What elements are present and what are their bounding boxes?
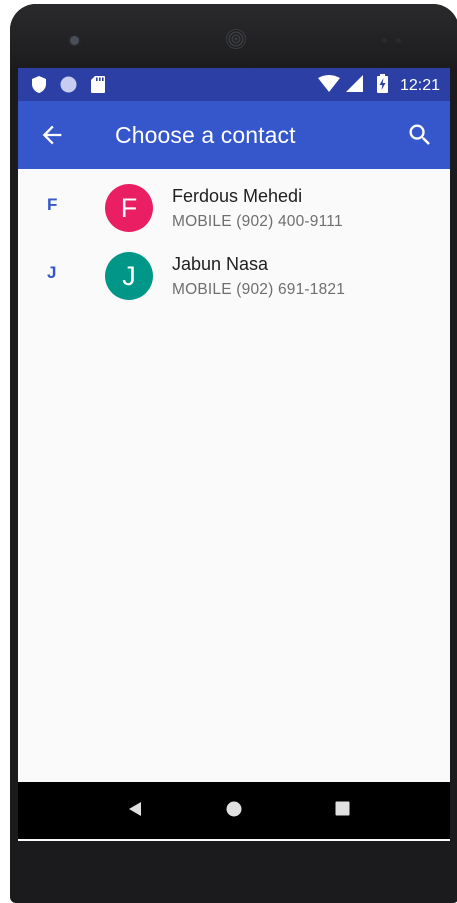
contact-row-ferdous-mehedi[interactable]: F F Ferdous Mehedi MOBILE (902) 400-9111 [18,169,450,237]
contact-row-jabun-nasa[interactable]: J J Jabun Nasa MOBILE (902) 691-1821 [18,237,450,305]
back-button[interactable] [38,121,66,149]
nav-home-button[interactable] [223,800,245,822]
contact-avatar: J [105,252,153,300]
status-clock: 12:21 [399,77,440,94]
avatar-initial: J [122,260,136,291]
contact-name: Jabun Nasa [172,254,269,274]
sd-card-icon [91,76,105,98]
page-title: Choose a contact [115,122,296,148]
contact-phone: MOBILE (902) 400-9111 [172,213,343,230]
nav-back-icon [127,801,143,822]
wifi-icon [317,75,340,97]
nav-recents-button[interactable] [331,800,353,822]
shield-icon [32,76,46,98]
nav-recents-icon [335,801,350,821]
contact-phone: MOBILE (902) 691-1821 [172,281,346,298]
front-camera [70,36,79,45]
contact-name: Ferdous Mehedi [172,186,303,206]
circle-icon [60,76,77,98]
nav-home-icon [226,801,242,822]
arrow-back-icon [38,125,66,153]
phone-frame: 12:21 Choose a contact F F Ferdous Mehed… [10,4,457,903]
contact-avatar: F [105,184,153,232]
light-sensor [396,38,401,43]
signal-icon [345,75,363,97]
battery-charging-icon [376,74,388,98]
status-system: 12:21 [317,74,440,98]
avatar-initial: F [120,192,138,223]
section-header-letter: F [47,195,58,214]
nav-back-button[interactable] [124,800,146,822]
navigation-bar [18,782,450,839]
screen: 12:21 Choose a contact F F Ferdous Mehed… [18,68,450,841]
status-notifications [32,76,105,98]
proximity-sensor [382,38,387,43]
status-bar: 12:21 [18,68,450,101]
section-header-letter: J [47,263,57,282]
search-button[interactable] [406,121,434,149]
earpiece-speaker [226,29,246,49]
app-bar: Choose a contact [18,101,450,169]
search-icon [406,124,434,153]
